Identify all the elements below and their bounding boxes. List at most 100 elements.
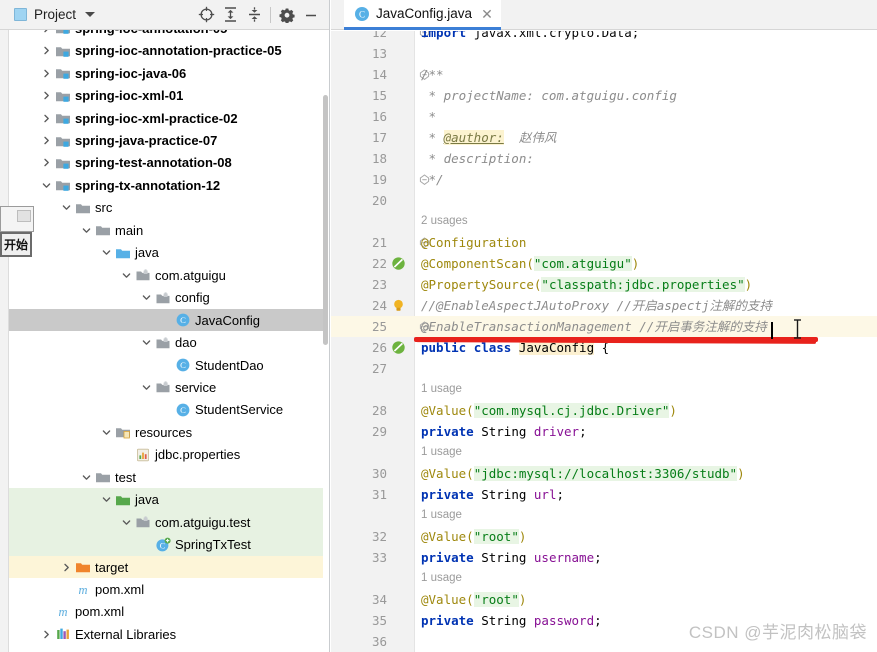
tree-node-src[interactable]: src — [9, 197, 323, 220]
chevron-down-icon[interactable] — [139, 293, 154, 302]
tree-node-java[interactable]: java — [9, 242, 323, 265]
chevron-right-icon[interactable] — [39, 46, 54, 55]
chevron-right-icon[interactable] — [39, 136, 54, 145]
usage-hint-row: 1 usage — [331, 568, 877, 589]
code-text[interactable]: import javax.xml.crypto.Data; — [421, 31, 639, 43]
code-text[interactable]: @Value("root") — [421, 526, 526, 547]
code-text[interactable]: @ComponentScan("com.atguigu") — [421, 253, 639, 274]
spring-bean-icon[interactable] — [391, 340, 406, 355]
tree-node-label: pom.xml — [95, 582, 145, 597]
tree-node-service[interactable]: service — [9, 376, 323, 399]
chevron-right-icon[interactable] — [59, 563, 74, 572]
code-text[interactable]: @EnableTransactionManagement //开启事务注解的支持 — [421, 316, 767, 337]
spring-bean-icon[interactable] — [391, 256, 406, 271]
tree-node-java[interactable]: java — [9, 488, 323, 511]
minimize-icon[interactable] — [299, 3, 323, 27]
chevron-down-icon[interactable] — [85, 12, 96, 17]
usage-hint[interactable]: 1 usage — [421, 379, 462, 400]
tree-node-studentservice[interactable]: C StudentService — [9, 399, 323, 422]
intention-bulb-icon[interactable] — [391, 298, 406, 313]
chevron-down-icon[interactable] — [99, 495, 114, 504]
code-text[interactable]: @Value("com.mysql.cj.jdbc.Driver") — [421, 400, 677, 421]
tree-node-config[interactable]: config — [9, 286, 323, 309]
usage-hint[interactable]: 2 usages — [421, 211, 468, 232]
code-text[interactable]: /** — [421, 64, 444, 85]
usage-hint[interactable]: 1 usage — [421, 568, 462, 589]
tree-node-external-libraries[interactable]: External Libraries — [9, 623, 323, 646]
code-text[interactable]: @Value("root") — [421, 589, 526, 610]
tree-node-jdbc-properties[interactable]: jdbc.properties — [9, 444, 323, 467]
token-pln: ; — [556, 487, 565, 502]
tree-node-main[interactable]: main — [9, 219, 323, 242]
code-text[interactable]: private String password; — [421, 610, 602, 631]
tree-node-test[interactable]: test — [9, 466, 323, 489]
scrollbar-thumb[interactable] — [323, 95, 328, 345]
tree-node-com-atguigu-test[interactable]: com.atguigu.test — [9, 510, 323, 534]
editor-tab-javaconfig[interactable]: C JavaConfig.java ✕ — [344, 0, 501, 30]
tree-node-com-atguigu[interactable]: com.atguigu — [9, 264, 323, 287]
code-text[interactable]: * projectName: com.atguigu.config — [421, 85, 677, 106]
tree-node-pom-xml[interactable]: m pom.xml — [9, 601, 323, 624]
token-ann: @Value( — [421, 592, 474, 607]
tree-node-studentdao[interactable]: C StudentDao — [9, 354, 323, 377]
chevron-down-icon[interactable] — [139, 338, 154, 347]
token-docl: @author: — [443, 130, 504, 145]
code-text[interactable]: private String driver; — [421, 421, 587, 442]
tree-node-dao[interactable]: dao — [9, 331, 323, 354]
token-kw: private — [421, 550, 482, 565]
code-text[interactable]: * description: — [421, 148, 534, 169]
chevron-down-icon[interactable] — [59, 203, 74, 212]
settings-gear-icon[interactable] — [275, 3, 299, 27]
code-text[interactable]: @Value("jdbc:mysql://localhost:3306/stud… — [421, 463, 745, 484]
tree-node-label: External Libraries — [75, 626, 177, 642]
tree-node-label: SpringTxTest — [175, 537, 251, 553]
project-tree-scrollbar[interactable] — [322, 0, 329, 622]
code-text[interactable]: */ — [421, 169, 444, 190]
chevron-down-icon[interactable] — [79, 473, 94, 482]
chevron-down-icon[interactable] — [79, 226, 94, 235]
line-number: 35 — [371, 613, 387, 628]
locate-in-tree-icon[interactable] — [194, 3, 218, 27]
tree-node-spring-test-annotation-08[interactable]: spring-test-annotation-08 — [9, 152, 323, 175]
usage-hint[interactable]: 1 usage — [421, 442, 462, 463]
tree-node-spring-ioc-java-06[interactable]: spring-ioc-java-06 — [9, 62, 323, 85]
tree-node-spring-ioc-xml-01[interactable]: spring-ioc-xml-01 — [9, 84, 323, 107]
tree-node-springtxtest[interactable]: C SpringTxTest — [9, 533, 323, 556]
chevron-right-icon[interactable] — [39, 30, 54, 33]
tree-node-resources[interactable]: resources — [9, 421, 323, 444]
tree-node-spring-ioc-xml-practice-02[interactable]: spring-ioc-xml-practice-02 — [9, 107, 323, 130]
chevron-right-icon[interactable] — [39, 630, 54, 639]
code-text[interactable]: @PropertySource("classpath:jdbc.properti… — [421, 274, 752, 295]
code-text[interactable]: private String url; — [421, 484, 564, 505]
usage-hint[interactable]: 1 usage — [421, 505, 462, 526]
tree-node-spring-ioc-annotation-practice-05[interactable]: spring-ioc-annotation-practice-05 — [9, 39, 323, 62]
tree-node-spring-java-practice-07[interactable]: spring-java-practice-07 — [9, 129, 323, 152]
tree-node-pom-xml[interactable]: m pom.xml — [9, 578, 323, 601]
chevron-right-icon[interactable] — [39, 114, 54, 123]
tree-node-spring-ioc-annotation-05[interactable]: spring-ioc-annotation-05 — [9, 30, 323, 40]
chevron-right-icon[interactable] — [39, 158, 54, 167]
project-tree[interactable]: spring-ioc-annotation-05 spring-ioc-annot… — [9, 30, 323, 652]
tree-node-spring-tx-annotation-12[interactable]: spring-tx-annotation-12 — [9, 174, 323, 197]
code-text[interactable]: * @author: 赵伟风 — [421, 127, 556, 148]
chevron-right-icon[interactable] — [39, 69, 54, 78]
folder-icon — [74, 200, 92, 216]
chevron-down-icon[interactable] — [139, 383, 154, 392]
chevron-down-icon[interactable] — [39, 181, 54, 190]
tree-node-target[interactable]: target — [9, 555, 323, 579]
chevron-down-icon[interactable] — [99, 428, 114, 437]
chevron-down-icon[interactable] — [119, 271, 134, 280]
chevron-down-icon[interactable] — [119, 518, 134, 527]
code-text[interactable]: private String username; — [421, 547, 602, 568]
close-icon[interactable]: ✕ — [481, 7, 493, 21]
start-button[interactable]: 开始 — [0, 232, 32, 257]
collapse-all-icon[interactable] — [242, 3, 266, 27]
expand-all-icon[interactable] — [218, 3, 242, 27]
code-text[interactable]: //@EnableAspectJAutoProxy //开启aspectj注解的… — [421, 295, 772, 316]
code-text[interactable]: @Configuration — [421, 232, 526, 253]
test-source-root-icon — [114, 492, 132, 508]
tree-node-javaconfig[interactable]: C JavaConfig — [9, 308, 323, 332]
chevron-right-icon[interactable] — [39, 91, 54, 100]
code-text[interactable]: * — [421, 106, 437, 127]
chevron-down-icon[interactable] — [99, 248, 114, 257]
